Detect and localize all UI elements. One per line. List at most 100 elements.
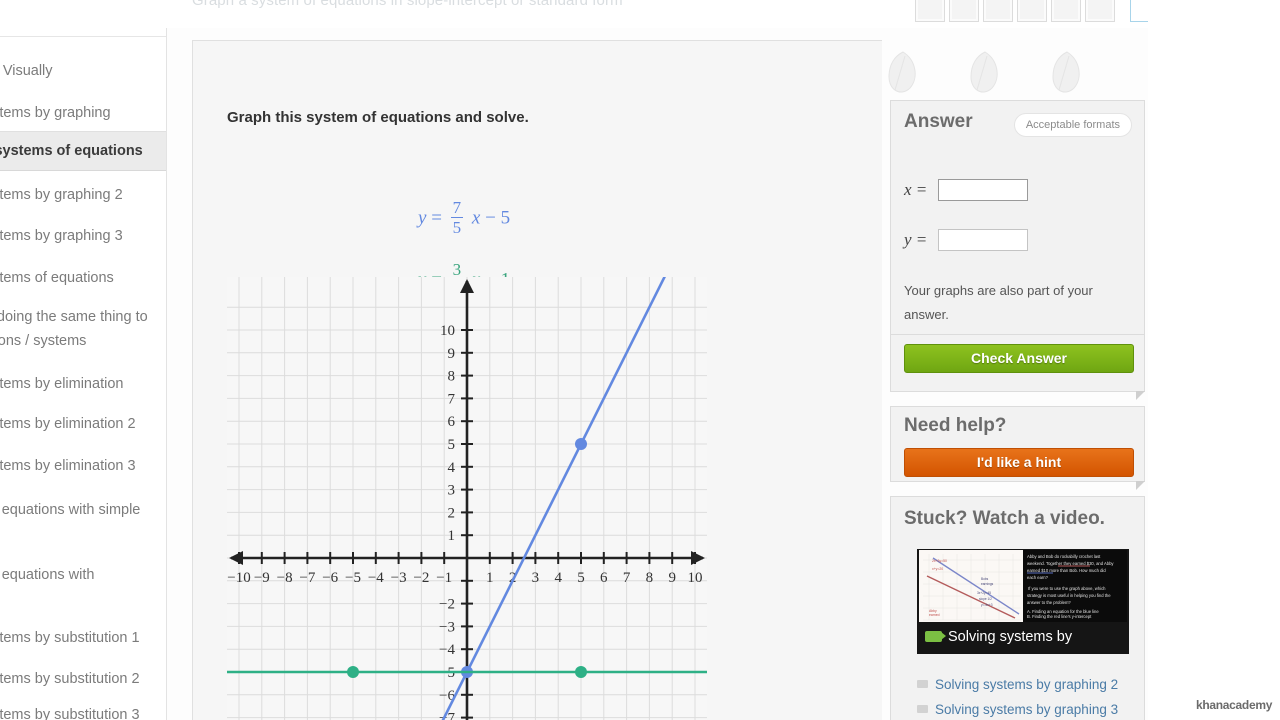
svg-text:−2: −2 xyxy=(439,597,455,613)
svg-text:−7: −7 xyxy=(299,570,315,586)
exercise-card: Graph this system of equations and solve… xyxy=(192,40,882,720)
svg-text:B. Finding the red line's y-in: B. Finding the red line's y-intercept xyxy=(1027,614,1092,619)
svg-text:2: 2 xyxy=(448,505,456,521)
equation-1-constant: 5 xyxy=(500,207,511,229)
sidebar-item-3[interactable]: Solving systems by graphing 2 xyxy=(0,186,166,204)
page-title: Graph a system of equations in slope-int… xyxy=(192,0,623,9)
progress-box-filled[interactable] xyxy=(1051,0,1081,22)
svg-text:−3: −3 xyxy=(391,570,407,586)
equation-1: y = 7 5 x − 5 xyxy=(418,198,511,237)
equation-1-fraction: 7 5 xyxy=(450,198,464,237)
sidebar-item-7[interactable]: Solving systems by elimination xyxy=(0,375,166,393)
svg-text:−6: −6 xyxy=(322,570,338,586)
graph-point-1-1[interactable] xyxy=(575,666,587,678)
sidebar-item-6[interactable]: Solving by doing the same thing to both … xyxy=(0,305,166,353)
sidebar-item-12[interactable]: Solving systems by substitution 1 xyxy=(0,629,166,647)
sidebar-item-label: Solving systems by substitution 2 xyxy=(0,671,140,687)
graph-point-0-1[interactable] xyxy=(575,438,587,450)
sidebar-item-11[interactable]: Systems of equations with elimination xyxy=(0,563,166,611)
equation-1-lhs: y xyxy=(418,207,427,229)
sidebar-item-label: Solving systems by substitution 1 xyxy=(0,630,140,646)
svg-text:Bobs: Bobs xyxy=(981,577,989,581)
svg-text:7: 7 xyxy=(448,391,456,407)
svg-text:7: 7 xyxy=(623,570,631,586)
progress-box-filled[interactable] xyxy=(1017,0,1047,22)
progress-box-filled[interactable] xyxy=(915,0,945,22)
sidebar-item-10[interactable]: Systems of equations with simple elimina… xyxy=(0,498,166,546)
video-preview-image: 2x+3y=50 x+y=20 Abby earned Bobs earning… xyxy=(919,550,1127,622)
sidebar-item-13[interactable]: Solving systems by substitution 2 xyxy=(0,670,166,688)
svg-text:If you were to use the graph a: If you were to use the graph above, whic… xyxy=(1028,586,1106,591)
answer-x-label: x = xyxy=(904,180,928,199)
svg-text:−5: −5 xyxy=(345,570,361,586)
svg-text:earnings: earnings xyxy=(981,582,994,586)
svg-text:4: 4 xyxy=(554,570,562,586)
svg-text:9: 9 xyxy=(668,570,676,586)
exercise-prompt: Graph this system of equations and solve… xyxy=(227,109,529,126)
panel-fold-corner xyxy=(1136,391,1145,400)
answer-x-input[interactable] xyxy=(938,179,1028,201)
equation-1-equals: = xyxy=(431,207,442,229)
svg-text:−9: −9 xyxy=(254,570,270,586)
need-help-title: Need help? xyxy=(904,415,1007,436)
svg-text:2x+3y=50: 2x+3y=50 xyxy=(932,559,947,563)
sidebar-item-8[interactable]: Solving systems by elimination 2 xyxy=(0,415,166,433)
svg-text:−3: −3 xyxy=(439,619,455,635)
sidebar-item-label: Solving systems of equations xyxy=(0,270,114,286)
graph-point-1-0[interactable] xyxy=(347,666,359,678)
video-link-1[interactable]: Solving systems by graphing 2 xyxy=(917,677,1118,692)
sidebar-divider xyxy=(0,36,166,37)
sidebar-item-label: Solving systems by graphing 2 xyxy=(0,187,123,203)
acceptable-formats-button[interactable]: Acceptable formats xyxy=(1013,113,1132,137)
svg-text:1: 1 xyxy=(486,570,494,586)
leaf-icon xyxy=(970,51,998,93)
svg-text:1: 1 xyxy=(448,528,456,544)
sidebar-item-9[interactable]: Solving systems by elimination 3 xyxy=(0,457,166,475)
svg-text:each earn?: each earn? xyxy=(1027,575,1049,580)
sidebar-item-1[interactable]: Solving systems by graphing xyxy=(0,104,166,122)
svg-text:y=-5x+3: y=-5x+3 xyxy=(981,603,993,607)
progress-box-filled[interactable] xyxy=(983,0,1013,22)
video-link-1-label: Solving systems by graphing 2 xyxy=(935,677,1119,692)
sidebar-item-0[interactable]: Troll Riddle Visually xyxy=(0,62,166,80)
svg-text:3: 3 xyxy=(532,570,540,586)
video-link-2[interactable]: Solving systems by graphing 3 xyxy=(917,702,1118,717)
graph-svg[interactable]: −10−9−8−7−6−5−4−3−2−11234567891012345678… xyxy=(225,190,709,720)
equation-1-variable: x xyxy=(471,207,481,229)
progress-box-filled[interactable] xyxy=(1085,0,1115,22)
answer-y-input[interactable] xyxy=(938,229,1028,251)
check-answer-button[interactable]: Check Answer xyxy=(904,344,1134,373)
svg-text:10: 10 xyxy=(440,323,455,339)
svg-text:−4: −4 xyxy=(368,570,384,586)
svg-text:slope 1/2: slope 1/2 xyxy=(979,597,992,601)
svg-text:earned: earned xyxy=(929,613,940,617)
need-help-panel: Need help? I'd like a hint xyxy=(890,406,1145,490)
video-panel: Stuck? Watch a video. 2x+3y=50 x+y=20 Ab… xyxy=(890,496,1145,720)
svg-text:6: 6 xyxy=(600,570,608,586)
video-link-2-label: Solving systems by graphing 3 xyxy=(935,702,1119,717)
progress-box-filled[interactable] xyxy=(949,0,979,22)
svg-text:3x+2y=45: 3x+2y=45 xyxy=(977,591,991,595)
equation-1-denominator: 5 xyxy=(452,218,462,237)
hint-button[interactable]: I'd like a hint xyxy=(904,448,1134,477)
header: Graph a system of equations in slope-int… xyxy=(0,0,1280,28)
equation-1-numerator: 7 xyxy=(452,198,462,217)
sidebar-item-2[interactable]: Graphing systems of equations xyxy=(0,131,166,171)
svg-text:answer to the problem?: answer to the problem? xyxy=(1027,600,1071,605)
sidebar-item-5[interactable]: Solving systems of equations xyxy=(0,269,166,287)
sidebar-item-4[interactable]: Solving systems by graphing 3 xyxy=(0,227,166,245)
featured-video-thumbnail[interactable]: 2x+3y=50 x+y=20 Abby earned Bobs earning… xyxy=(917,549,1129,654)
equation-2-numerator: 3 xyxy=(452,260,462,279)
answer-row-x: x = xyxy=(904,179,1028,201)
coordinate-graph[interactable]: −10−9−8−7−6−5−4−3−2−11234567891012345678… xyxy=(225,190,709,720)
svg-text:x+y=20: x+y=20 xyxy=(932,567,943,571)
sidebar-item-label: Systems of equations with elimination xyxy=(0,567,95,583)
khan-academy-watermark: khanacademy xyxy=(1196,698,1273,712)
svg-text:4: 4 xyxy=(448,460,456,476)
svg-text:−1: −1 xyxy=(436,570,452,586)
answer-panel-footer: Check Answer xyxy=(891,334,1144,391)
svg-text:−10: −10 xyxy=(227,570,250,586)
sidebar-item-14[interactable]: Solving systems by substitution 3 xyxy=(0,706,166,720)
svg-text:8: 8 xyxy=(646,570,654,586)
svg-text:strategy is most useful in hel: strategy is most useful in helping you f… xyxy=(1027,593,1111,598)
